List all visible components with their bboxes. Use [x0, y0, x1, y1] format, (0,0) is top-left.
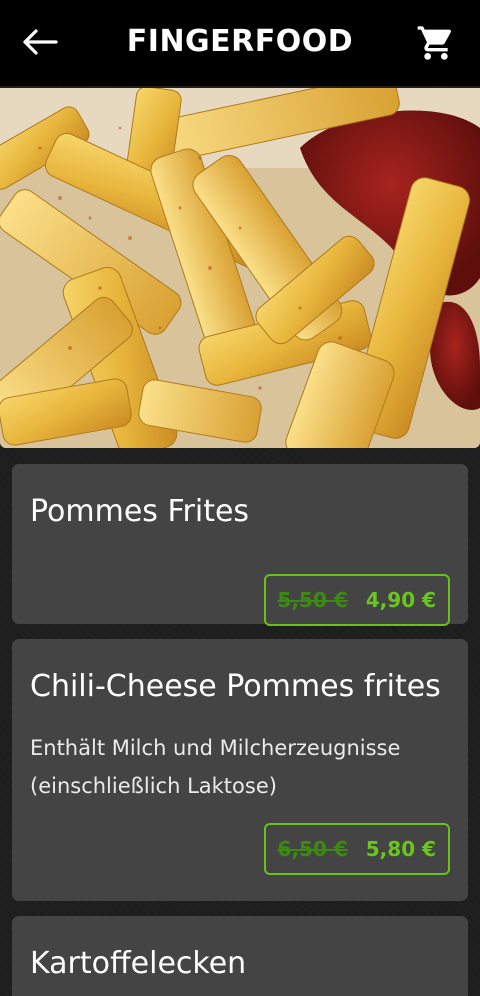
description-line: (einschließlich Laktose) [30, 774, 277, 798]
new-price: 5,80 € [365, 837, 436, 861]
product-card[interactable]: Pommes Frites 5,50 € 4,90 € [12, 464, 468, 626]
price-row: 5,50 € 4,90 € [30, 574, 450, 626]
product-card[interactable]: Kartoffelecken [12, 916, 468, 996]
hero-image [0, 88, 480, 448]
back-button[interactable] [16, 22, 64, 62]
product-list: Pommes Frites 5,50 € 4,90 € Chili-Cheese… [12, 464, 468, 996]
page-title: FINGERFOOD [126, 24, 354, 59]
cart-button[interactable] [412, 20, 460, 66]
new-price: 4,90 € [365, 588, 436, 612]
price-box[interactable]: 5,50 € 4,90 € [263, 574, 450, 626]
old-price: 6,50 € [277, 837, 348, 861]
cart-icon [417, 26, 452, 60]
fries-illustration [0, 88, 480, 448]
product-name: Kartoffelecken [30, 946, 247, 981]
product-name: Pommes Frites [30, 494, 250, 529]
app-screen: FINGERFOOD Pommes Frites 5,50 € 4,90 € C… [0, 0, 480, 996]
top-bar: FINGERFOOD [0, 0, 480, 86]
old-price: 5,50 € [277, 588, 348, 612]
price-row: 6,50 € 5,80 € [30, 823, 450, 875]
product-card[interactable]: Chili-Cheese Pommes frites Enthält Milch… [12, 639, 468, 901]
product-description: Enthält Milch und Milcherzeugnisse (eins… [30, 729, 450, 805]
price-box[interactable]: 6,50 € 5,80 € [263, 823, 450, 875]
arrow-left-icon [23, 29, 58, 55]
product-name: Chili-Cheese Pommes frites [30, 669, 441, 704]
description-line: Enthält Milch und Milcherzeugnisse [30, 736, 401, 760]
